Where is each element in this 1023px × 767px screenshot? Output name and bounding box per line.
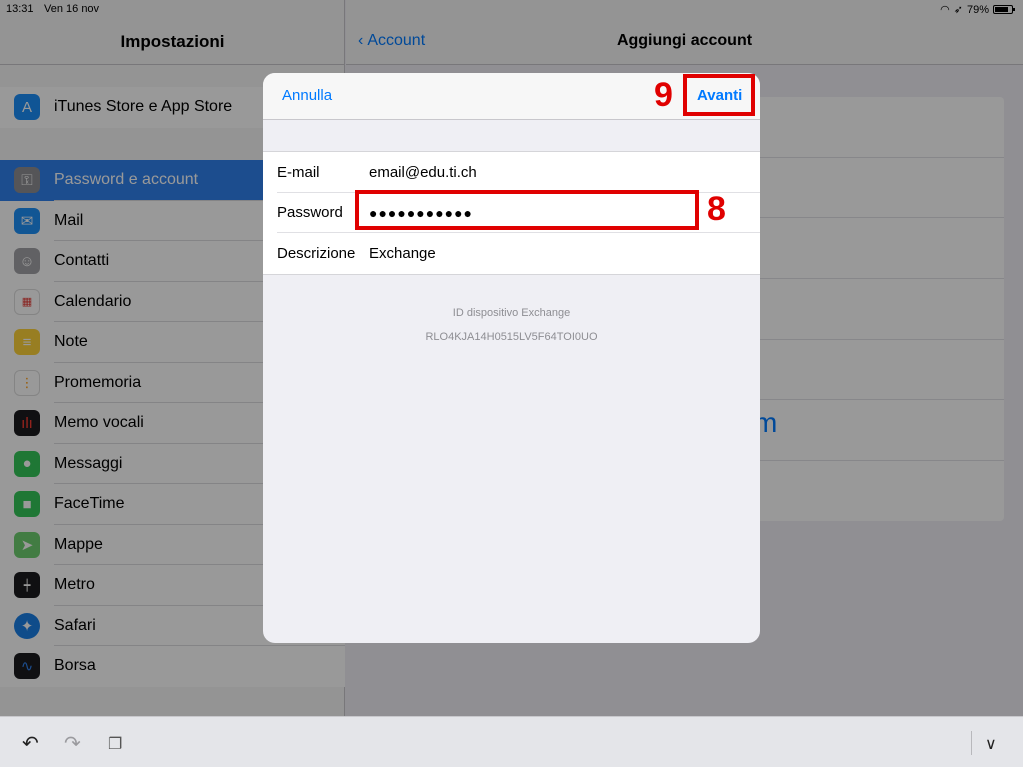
- email-row[interactable]: E-mail email@edu.ti.ch: [263, 152, 760, 193]
- step-number-9: 9: [654, 76, 673, 114]
- cancel-button[interactable]: Annulla: [282, 87, 332, 104]
- paste-icon[interactable]: ❐: [108, 734, 122, 754]
- description-row[interactable]: Descrizione Exchange: [263, 233, 760, 274]
- next-button-highlight: [683, 74, 755, 116]
- divider: [971, 731, 972, 755]
- undo-icon[interactable]: ↶: [22, 731, 39, 756]
- keyboard-shortcut-bar: ↶ ↷ ❐ ∨: [0, 716, 1023, 767]
- email-field[interactable]: email@edu.ti.ch: [369, 164, 477, 181]
- password-label: Password: [277, 204, 343, 222]
- chevron-down-icon[interactable]: ∨: [985, 734, 997, 754]
- device-id-value: RLO4KJA14H0515LV5F64TOI0UO: [425, 331, 598, 343]
- description-field[interactable]: Exchange: [369, 245, 436, 262]
- step-number-8: 8: [707, 190, 726, 228]
- redo-icon[interactable]: ↷: [64, 731, 81, 756]
- description-label: Descrizione: [277, 244, 356, 262]
- device-id-label: ID dispositivo Exchange: [452, 307, 571, 319]
- exchange-account-modal: Annulla Avanti E-mail email@edu.ti.ch Pa…: [263, 73, 760, 643]
- password-field-highlight: [355, 190, 699, 230]
- email-label: E-mail: [277, 163, 320, 181]
